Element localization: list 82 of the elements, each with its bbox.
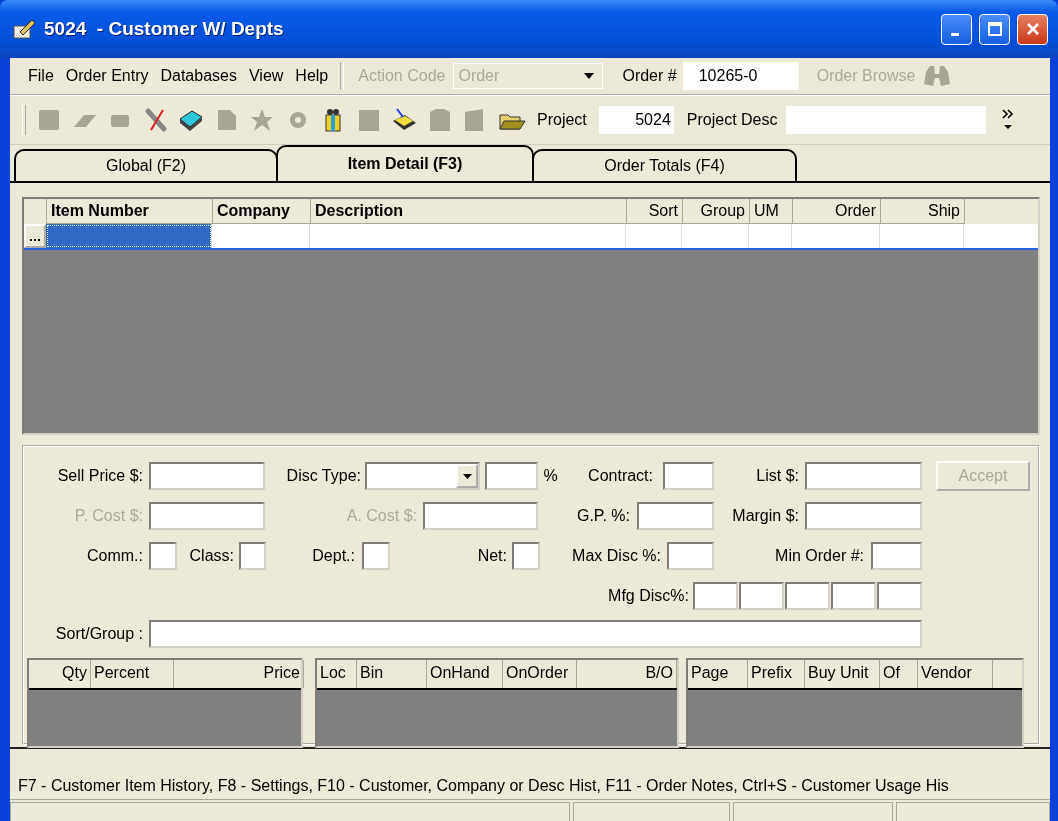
input-field[interactable] bbox=[667, 542, 714, 570]
input-field[interactable] bbox=[149, 542, 177, 570]
input-field[interactable] bbox=[637, 502, 714, 530]
ellipsis-icon bbox=[30, 239, 40, 242]
field-label: Net: bbox=[476, 547, 508, 565]
project-desc-field[interactable] bbox=[785, 106, 986, 134]
tab[interactable]: Order Totals (F4) bbox=[532, 149, 797, 181]
column-header[interactable]: Price bbox=[174, 660, 304, 688]
input-field[interactable] bbox=[693, 582, 738, 610]
table-cell[interactable] bbox=[46, 224, 212, 248]
percent-label: % bbox=[542, 467, 559, 485]
column-header[interactable]: OnHand bbox=[427, 660, 503, 688]
action-code-label: Action Code bbox=[358, 67, 446, 85]
field-label: Contract: bbox=[587, 467, 654, 485]
field-label: Dept.: bbox=[311, 547, 356, 565]
order-number-field[interactable]: 10265-0 bbox=[682, 62, 799, 90]
field-label: A. Cost $: bbox=[345, 507, 418, 525]
field-label: Sort/Group : bbox=[54, 625, 144, 643]
dropdown-field[interactable] bbox=[365, 462, 480, 490]
column-header[interactable]: OnOrder bbox=[503, 660, 577, 688]
minimize-button[interactable] bbox=[941, 13, 972, 45]
scanner-icon[interactable] bbox=[391, 107, 417, 133]
column-header[interactable]: B/O bbox=[577, 660, 677, 688]
input-field[interactable] bbox=[149, 462, 265, 490]
row-selector-button[interactable] bbox=[24, 224, 46, 248]
tab[interactable]: Global (F2) bbox=[14, 149, 278, 181]
status-hint: F7 - Customer Item History, F8 - Settings, F10 - Customer, Company or Desc Hist, F11 - Order Notes, Ctrl+S - Customer Usage His bbox=[10, 763, 1050, 800]
column-header[interactable]: Prefix bbox=[748, 660, 805, 688]
menu-item[interactable]: View bbox=[248, 67, 284, 85]
input-field[interactable] bbox=[362, 542, 390, 570]
maximize-icon bbox=[986, 21, 1003, 37]
caret-icon bbox=[462, 473, 472, 479]
column-header[interactable]: Percent bbox=[91, 660, 174, 688]
project-label: Project bbox=[537, 111, 587, 129]
column-header[interactable]: Page bbox=[688, 660, 748, 688]
field-label: G.P. %: bbox=[575, 507, 631, 525]
field-label: Sell Price $: bbox=[56, 467, 144, 485]
project-desc-label: Project Desc bbox=[686, 111, 778, 129]
input-field[interactable] bbox=[871, 542, 922, 570]
field-label: P. Cost $: bbox=[73, 507, 144, 525]
column-header[interactable]: Of bbox=[880, 660, 918, 688]
close-icon bbox=[1024, 21, 1041, 37]
order-number-label: Order # bbox=[622, 67, 677, 85]
column-header[interactable]: Loc bbox=[317, 660, 357, 688]
field-label: Comm.: bbox=[86, 547, 144, 565]
input-field[interactable] bbox=[785, 582, 830, 610]
input-field[interactable] bbox=[423, 502, 538, 530]
field-label: List $: bbox=[755, 467, 800, 485]
column-header[interactable]: Vendor bbox=[918, 660, 993, 688]
project-field[interactable]: 5024 bbox=[598, 106, 674, 134]
input-field[interactable] bbox=[512, 542, 540, 570]
menu-item[interactable]: Help bbox=[295, 67, 329, 85]
field-label: Class: bbox=[188, 547, 235, 565]
input-field[interactable] bbox=[739, 582, 784, 610]
field-label: Min Order #: bbox=[774, 547, 865, 565]
field-label: Margin $: bbox=[731, 507, 800, 525]
caret-icon bbox=[584, 73, 595, 79]
minimize-icon bbox=[950, 32, 959, 36]
input-field[interactable] bbox=[805, 502, 922, 530]
column-header[interactable]: Bin bbox=[357, 660, 427, 688]
field-label: Mfg Disc%: bbox=[607, 587, 690, 605]
field-label: Max Disc %: bbox=[571, 547, 662, 565]
input-field[interactable] bbox=[149, 502, 265, 530]
close-button[interactable] bbox=[1017, 13, 1048, 45]
input-field[interactable] bbox=[485, 462, 538, 490]
binoculars-icon[interactable] bbox=[923, 64, 952, 88]
input-field[interactable] bbox=[149, 620, 922, 648]
menu-item[interactable]: Order Entry bbox=[65, 67, 149, 85]
input-field[interactable] bbox=[877, 582, 922, 610]
field-label: Disc Type: bbox=[285, 467, 362, 485]
input-field[interactable] bbox=[805, 462, 922, 490]
maximize-button[interactable] bbox=[979, 13, 1010, 45]
input-field[interactable] bbox=[663, 462, 714, 490]
window-title: 5024 - Customer W/ Depts bbox=[44, 18, 285, 40]
pen-paper-icon bbox=[12, 18, 36, 40]
input-field[interactable] bbox=[831, 582, 876, 610]
menu-item[interactable]: File bbox=[28, 67, 54, 85]
input-field[interactable] bbox=[239, 542, 266, 570]
column-header[interactable]: Buy Unit bbox=[805, 660, 880, 688]
menu-item[interactable]: Databases bbox=[160, 67, 237, 85]
column-header[interactable]: Qty bbox=[29, 660, 91, 688]
chevron-icon[interactable] bbox=[1001, 108, 1014, 132]
